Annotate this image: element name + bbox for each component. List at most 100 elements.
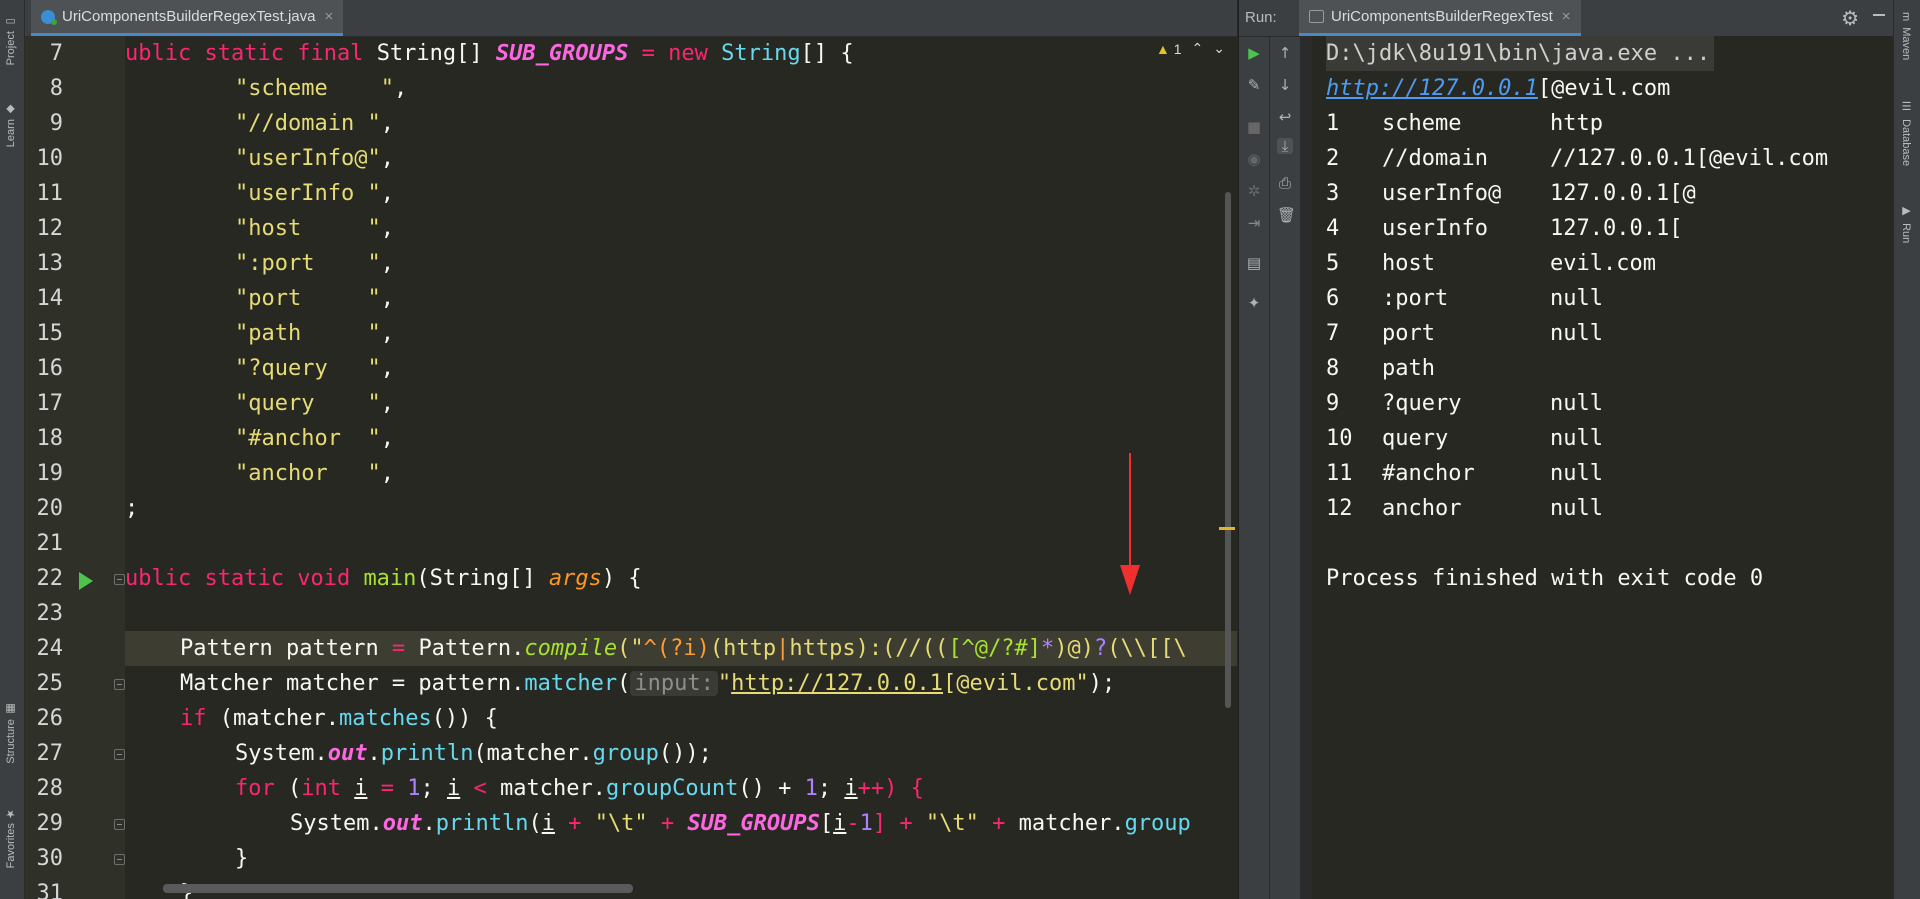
learn-icon: ◆ <box>5 103 17 116</box>
rerun-icon[interactable]: ▶ <box>1246 45 1262 61</box>
console-row: 4 userInfo 127.0.0.1[ <box>1326 216 1683 241</box>
console-url-line: http://127.0.0.1[@evil.com <box>1326 76 1671 101</box>
line-number: 10 <box>36 146 64 171</box>
close-icon[interactable]: × <box>1562 8 1571 25</box>
line-number: 26 <box>36 706 64 731</box>
code-line-17: "query ", <box>235 391 394 416</box>
fold-icon[interactable] <box>114 819 125 830</box>
line-number: 11 <box>36 181 64 206</box>
gear-icon[interactable]: ⚙ <box>1841 6 1859 31</box>
console-output[interactable]: D:\jdk\8u191\bin\java.exe ... http://127… <box>1312 36 1895 899</box>
line-number: 9 <box>49 111 63 136</box>
run-toolbar-primary: ▶ ✎ ■ ◉ ✲ ⇥ ▤ ✦ <box>1239 37 1270 899</box>
console-row: 5 host evil.com <box>1326 251 1656 276</box>
code-line-28: System.out.println(i + "\t" + SUB_GROUPS… <box>290 811 1191 836</box>
run-icon: ▶ <box>1900 204 1912 217</box>
chevron-down-icon[interactable]: ⌄ <box>1213 40 1225 57</box>
code-line-23: Pattern pattern = Pattern.compile("^(?i)… <box>180 636 1187 661</box>
right-tool-strip: m Maven ☰ Database ▶ Run <box>1893 0 1920 899</box>
minimize-icon[interactable] <box>1873 14 1885 16</box>
restore-icon[interactable]: ✲ <box>1246 183 1262 199</box>
star-icon: ★ <box>5 807 17 820</box>
console-command-line: D:\jdk\8u191\bin\java.exe ... <box>1326 36 1715 71</box>
exit-icon[interactable]: ⇥ <box>1246 215 1262 231</box>
maven-icon: m <box>1900 12 1912 22</box>
fold-icon[interactable] <box>114 854 125 865</box>
folder-icon: ▭ <box>5 15 17 28</box>
fold-icon[interactable] <box>114 749 125 760</box>
line-number: 27 <box>36 741 64 766</box>
inspection-widget[interactable]: ▲ 1 ⌃ ⌄ <box>1156 40 1225 57</box>
line-number: 22 <box>36 566 64 591</box>
console-row: 3 userInfo@ 127.0.0.1[@ <box>1326 181 1696 206</box>
run-gutter-icon[interactable] <box>79 572 93 590</box>
code-area[interactable]: ublic static final String[] SUB_GROUPS =… <box>125 36 1237 899</box>
tool-tab-project[interactable]: Project ▭ <box>4 12 17 65</box>
console-url-link[interactable]: http://127.0.0.1 <box>1326 76 1538 101</box>
console-row: 6:port null <box>1326 286 1603 311</box>
chevron-up-icon[interactable]: ⌃ <box>1192 40 1204 57</box>
warning-count: 1 <box>1173 40 1182 57</box>
run-tool-window: Run: UriComponentsBuilderRegexTest × ⚙ ▶… <box>1238 0 1895 899</box>
print-icon[interactable]: ⎙ <box>1277 175 1293 191</box>
line-number: 30 <box>36 846 64 871</box>
code-line-14: "port ", <box>235 286 394 311</box>
tool-tab-run[interactable]: ▶ Run <box>1900 204 1913 243</box>
line-number: 31 <box>36 881 64 899</box>
code-editor: UriComponentsBuilderRegexTest.java × 7 8… <box>25 0 1237 899</box>
code-line-9: "//domain ", <box>235 111 394 136</box>
code-line-20: ; <box>125 496 139 521</box>
warning-marker[interactable] <box>1219 527 1235 530</box>
code-line-26: System.out.println(matcher.group()); <box>235 741 712 766</box>
code-line-19: "anchor ", <box>235 461 394 486</box>
tool-tab-structure[interactable]: Structure ▦ <box>4 700 17 764</box>
run-tab[interactable]: UriComponentsBuilderRegexTest × <box>1299 0 1581 36</box>
console-row: 1 scheme http <box>1326 111 1603 136</box>
fold-icon[interactable] <box>114 679 125 690</box>
camera-icon[interactable]: ◉ <box>1246 151 1262 167</box>
soft-wrap-icon[interactable]: ↩ <box>1277 109 1293 125</box>
console-exit-line: Process finished with exit code 0 <box>1326 566 1764 591</box>
pin-icon[interactable]: ✦ <box>1246 295 1262 311</box>
vertical-scrollbar[interactable] <box>1225 192 1231 708</box>
horizontal-scrollbar[interactable] <box>163 884 633 893</box>
line-number: 29 <box>36 811 64 836</box>
line-number: 17 <box>36 391 64 416</box>
line-number: 7 <box>49 41 63 66</box>
close-icon[interactable]: × <box>324 8 333 25</box>
left-tool-strip: Project ▭ Learn ◆ Structure ▦ Favorites … <box>0 0 25 899</box>
fold-icon[interactable] <box>114 574 125 585</box>
code-line-10: "userInfo@", <box>235 146 394 171</box>
code-line-24: Matcher matcher = pattern.matcher(input:… <box>180 671 1116 696</box>
code-line-8: "scheme ", <box>235 76 408 101</box>
run-toolbar-secondary: ↑ ↓ ↩ ⤓ ⎙ 🗑 <box>1270 37 1300 899</box>
run-tab-label: UriComponentsBuilderRegexTest <box>1331 8 1553 25</box>
line-number: 19 <box>36 461 64 486</box>
structure-icon: ▦ <box>5 703 17 716</box>
console-row: 12 anchor null <box>1326 496 1603 521</box>
tool-tab-database[interactable]: ☰ Database <box>1900 100 1913 166</box>
console-row: 7 port null <box>1326 321 1603 346</box>
stop-icon[interactable]: ■ <box>1246 119 1262 135</box>
line-number: 23 <box>36 601 64 626</box>
tool-tab-maven[interactable]: m Maven <box>1900 12 1912 60</box>
wrench-icon[interactable]: ✎ <box>1246 77 1262 93</box>
editor-tab-bar: UriComponentsBuilderRegexTest.java × <box>25 0 1237 37</box>
tool-tab-learn[interactable]: Learn ◆ <box>4 100 17 147</box>
line-number: 12 <box>36 216 64 241</box>
code-line-27: for (int i = 1; i < matcher.groupCount()… <box>235 776 924 801</box>
trash-icon[interactable]: 🗑 <box>1277 207 1296 223</box>
line-number: 13 <box>36 251 64 276</box>
arrow-up-icon[interactable]: ↑ <box>1277 45 1293 61</box>
scroll-to-end-icon[interactable]: ⤓ <box>1277 138 1293 154</box>
layout-icon[interactable]: ▤ <box>1246 255 1262 271</box>
arrow-down-icon[interactable]: ↓ <box>1277 77 1293 93</box>
line-number: 15 <box>36 321 64 346</box>
code-line-29: } <box>235 846 249 871</box>
java-class-icon <box>41 9 57 25</box>
tool-tab-favorites[interactable]: Favorites ★ <box>4 804 17 868</box>
line-number: 28 <box>36 776 64 801</box>
line-number: 24 <box>36 636 64 661</box>
line-number: 20 <box>36 496 64 521</box>
editor-tab[interactable]: UriComponentsBuilderRegexTest.java × <box>31 0 344 36</box>
